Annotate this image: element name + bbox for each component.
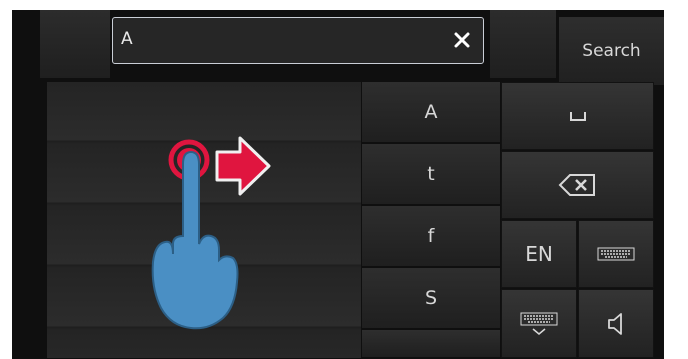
search-input-value: A xyxy=(121,29,133,49)
search-button[interactable]: Search xyxy=(559,17,664,85)
suggestion-item[interactable]: t xyxy=(362,144,500,205)
space-key[interactable] xyxy=(501,82,654,150)
suggestion-spacer xyxy=(362,330,500,358)
language-label: EN xyxy=(525,242,553,266)
suggestion-item[interactable]: f xyxy=(362,206,500,267)
suggestion-item[interactable]: A xyxy=(362,82,500,143)
arrow-right-icon xyxy=(215,136,271,196)
search-input[interactable]: A xyxy=(112,17,484,64)
close-icon xyxy=(454,32,470,48)
keyboard-layout-key[interactable] xyxy=(578,220,654,288)
hide-keyboard-key[interactable] xyxy=(501,289,577,358)
swipe-gesture-icon xyxy=(151,136,271,330)
backspace-icon xyxy=(558,174,595,196)
keyboard-hide-icon xyxy=(520,312,558,335)
backspace-key[interactable] xyxy=(501,151,654,219)
topbar-right-segment xyxy=(490,10,556,78)
keyboard-icon xyxy=(597,247,635,261)
topbar-left-segment xyxy=(40,10,110,78)
infotainment-screen: A Search A t f S EN xyxy=(12,10,664,359)
sound-key[interactable] xyxy=(578,289,654,358)
speaker-icon xyxy=(608,312,622,335)
suggestion-item[interactable]: S xyxy=(362,268,500,329)
clear-search-button[interactable] xyxy=(451,29,473,51)
handwriting-pad[interactable] xyxy=(47,82,361,358)
space-icon xyxy=(569,112,586,121)
language-key[interactable]: EN xyxy=(501,220,577,288)
